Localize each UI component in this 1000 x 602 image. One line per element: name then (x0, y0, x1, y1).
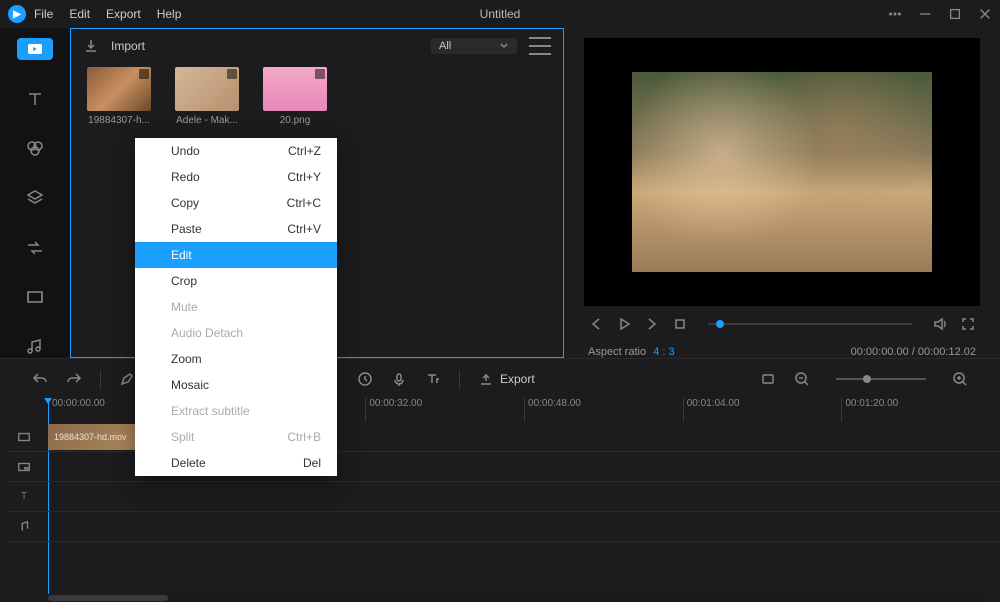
horizontal-scrollbar[interactable] (48, 594, 984, 602)
sidebar-transitions[interactable] (17, 237, 53, 259)
preview-frame[interactable] (584, 38, 980, 306)
app-logo: ▶ (8, 5, 26, 23)
media-label: Adele - Mak... (175, 115, 239, 126)
zoom-in-icon[interactable] (952, 371, 968, 387)
text-track[interactable]: T (8, 482, 1000, 512)
context-menu-item[interactable]: CopyCtrl+C (135, 190, 337, 216)
context-menu-item: SplitCtrl+B (135, 424, 337, 450)
stop-icon[interactable] (672, 316, 688, 332)
sidebar-audio[interactable] (17, 336, 53, 358)
context-menu-item: Mute (135, 294, 337, 320)
media-item[interactable]: 20.png (263, 67, 327, 126)
media-item[interactable]: Adele - Mak... (175, 67, 239, 126)
context-menu-item[interactable]: DeleteDel (135, 450, 337, 476)
zoom-out-icon[interactable] (794, 371, 810, 387)
speed-icon[interactable] (357, 371, 373, 387)
sidebar-elements[interactable] (17, 287, 53, 309)
media-label: 19884307-h... (87, 115, 151, 126)
audio-track-icon (17, 520, 31, 534)
chevron-down-icon (499, 41, 509, 51)
media-thumbnail (263, 67, 327, 111)
more-icon[interactable] (888, 7, 902, 21)
export-button[interactable]: Export (478, 371, 535, 387)
export-label: Export (500, 372, 535, 386)
document-title: Untitled (480, 7, 521, 21)
preview-panel: Aspect ratio 4 : 3 00:00:00.00 / 00:00:1… (564, 28, 1000, 358)
context-menu-item[interactable]: Crop (135, 268, 337, 294)
menu-file[interactable]: File (34, 7, 53, 21)
preview-controls (584, 306, 980, 342)
context-menu-item[interactable]: PasteCtrl+V (135, 216, 337, 242)
media-thumbnail (87, 67, 151, 111)
time-display: 00:00:00.00 / 00:00:12.02 (851, 346, 976, 358)
sidebar-text[interactable] (17, 88, 53, 110)
context-menu-item[interactable]: UndoCtrl+Z (135, 138, 337, 164)
context-menu-item[interactable]: Edit (135, 242, 337, 268)
menu-help[interactable]: Help (157, 7, 182, 21)
fit-icon[interactable] (760, 371, 776, 387)
preview-image (632, 72, 932, 272)
context-menu-item: Audio Detach (135, 320, 337, 346)
list-view-toggle[interactable] (529, 37, 551, 55)
undo-icon[interactable] (32, 371, 48, 387)
voice-icon[interactable] (391, 371, 407, 387)
context-menu-item[interactable]: RedoCtrl+Y (135, 164, 337, 190)
filter-value: All (439, 40, 451, 52)
ruler-tick: 00:01:04.00 (683, 398, 842, 422)
next-frame-icon[interactable] (644, 316, 660, 332)
ruler-tick: 00:00:32.00 (365, 398, 524, 422)
ruler-tick: 00:00:48.00 (524, 398, 683, 422)
text-track-icon: T (8, 491, 40, 502)
minimize-icon[interactable] (918, 7, 932, 21)
filter-select[interactable]: All (431, 38, 517, 54)
menubar: File Edit Export Help (34, 7, 181, 21)
play-icon[interactable] (616, 316, 632, 332)
audio-track[interactable] (8, 512, 1000, 542)
prev-frame-icon[interactable] (588, 316, 604, 332)
sidebar-overlays[interactable] (17, 187, 53, 209)
zoom-slider[interactable] (836, 378, 926, 380)
context-menu-item: Extract subtitle (135, 398, 337, 424)
volume-icon[interactable] (932, 316, 948, 332)
close-icon[interactable] (978, 7, 992, 21)
video-track-icon (17, 430, 31, 444)
titlebar: ▶ File Edit Export Help Untitled (0, 0, 1000, 28)
progress-bar[interactable] (708, 323, 912, 325)
context-menu: UndoCtrl+ZRedoCtrl+YCopyCtrl+CPasteCtrl+… (135, 138, 337, 476)
ruler-tick: 00:01:20.00 (841, 398, 1000, 422)
edit-icon[interactable] (119, 371, 135, 387)
menu-edit[interactable]: Edit (69, 7, 90, 21)
sidebar-media[interactable] (17, 38, 53, 60)
context-menu-item[interactable]: Zoom (135, 346, 337, 372)
pip-track-icon (17, 460, 31, 474)
media-item[interactable]: 19884307-h... (87, 67, 151, 126)
caption-icon[interactable] (425, 371, 441, 387)
menu-export[interactable]: Export (106, 7, 141, 21)
redo-icon[interactable] (66, 371, 82, 387)
context-menu-item[interactable]: Mosaic (135, 372, 337, 398)
fullscreen-icon[interactable] (960, 316, 976, 332)
aspect-label: Aspect ratio (588, 346, 646, 358)
sidebar-filters[interactable] (17, 137, 53, 159)
import-icon (83, 38, 99, 54)
media-label: 20.png (263, 115, 327, 126)
maximize-icon[interactable] (948, 7, 962, 21)
import-button[interactable]: Import (111, 39, 145, 53)
media-thumbnail (175, 67, 239, 111)
sidebar (0, 28, 70, 358)
export-icon (478, 371, 494, 387)
aspect-value[interactable]: 4 : 3 (653, 346, 674, 358)
